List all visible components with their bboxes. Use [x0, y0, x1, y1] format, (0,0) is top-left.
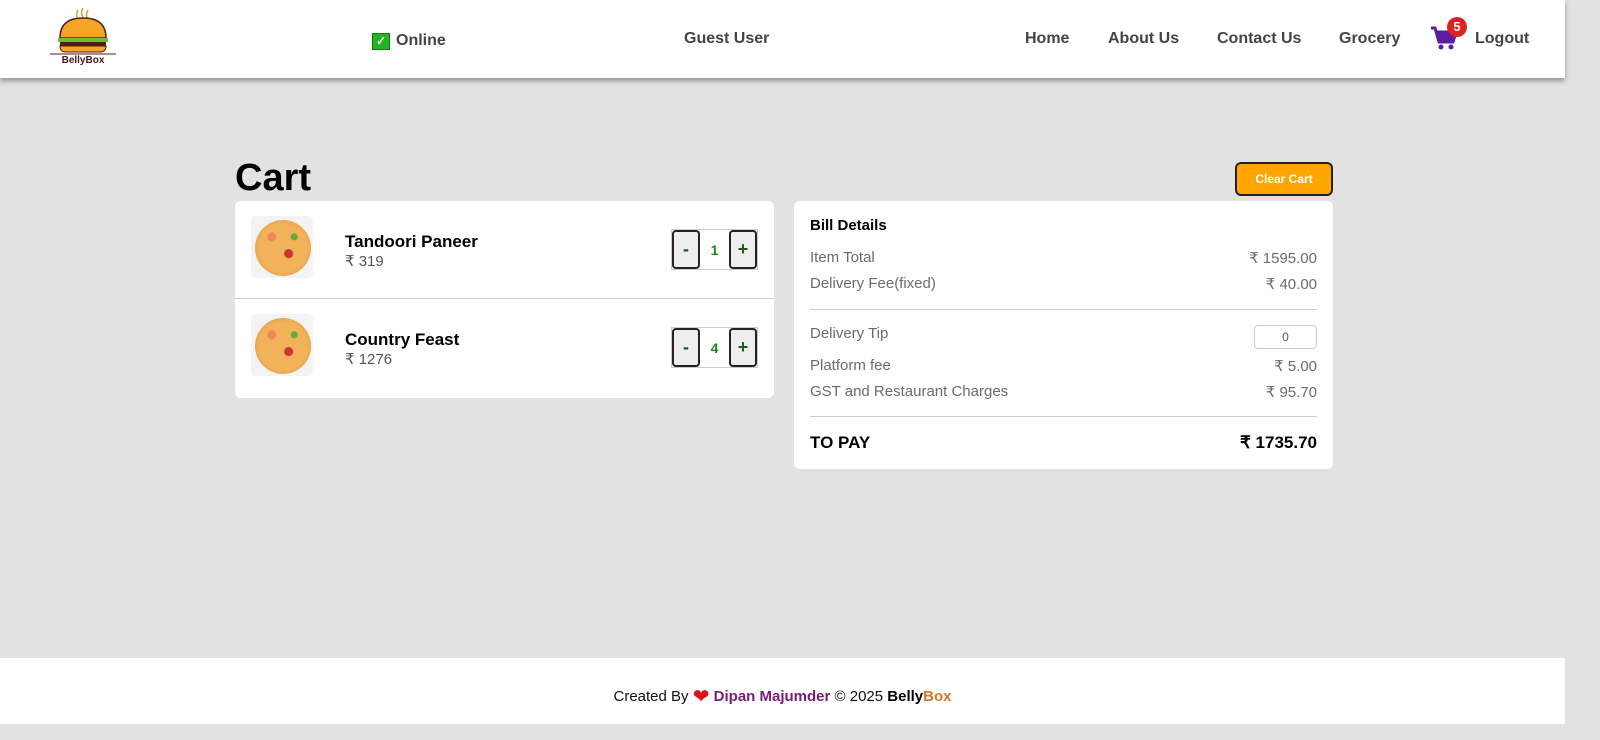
bill-details: Bill Details Item Total ₹ 1595.00 Deliver…	[794, 201, 1333, 469]
decrease-button[interactable]: -	[672, 328, 700, 367]
bill-title: Bill Details	[810, 217, 887, 234]
footer: Created By ❤ Dipan Majumder © 2025 Belly…	[0, 658, 1565, 724]
divider	[810, 309, 1317, 310]
item-image	[251, 216, 313, 278]
label: Delivery Fee(fixed)	[810, 275, 936, 292]
nav-home[interactable]: Home	[1025, 30, 1069, 48]
online-status: ✓ Online	[372, 32, 446, 50]
increase-button[interactable]: +	[728, 328, 757, 367]
header: BellyBox ✓ Online Guest User Home About U…	[0, 0, 1565, 78]
to-pay-row: TO PAY ₹ 1735.70	[810, 433, 1317, 453]
nav-grocery[interactable]: Grocery	[1339, 30, 1400, 48]
item-name: Tandoori Paneer	[345, 232, 478, 251]
value: ₹ 5.00	[1274, 358, 1317, 375]
author-name: Dipan Majumder	[713, 688, 831, 705]
copyright: © 2025	[834, 688, 884, 705]
item-price: ₹ 1276	[345, 351, 393, 368]
nav-contact-us[interactable]: Contact Us	[1217, 30, 1301, 48]
label: Platform fee	[810, 357, 891, 374]
item-name: Country Feast	[345, 330, 460, 349]
quantity-stepper: - 1 +	[671, 229, 758, 270]
value: ₹ 40.00	[1265, 276, 1317, 293]
burger-icon	[50, 7, 116, 55]
label: Item Total	[810, 249, 875, 266]
quantity-value: 1	[710, 241, 719, 258]
cart-item: Country Feast ₹ 1276 - 4 +	[235, 299, 774, 397]
logo[interactable]: BellyBox	[48, 7, 118, 70]
item-price: ₹ 319	[345, 253, 384, 270]
quantity-value: 4	[710, 339, 719, 356]
gst-row: GST and Restaurant Charges ₹ 95.70	[810, 383, 1317, 401]
brand-part-2: Box	[923, 688, 952, 705]
clear-cart-button[interactable]: Clear Cart	[1235, 162, 1333, 196]
cart-count-badge: 5	[1447, 17, 1467, 37]
divider	[810, 416, 1317, 417]
decrease-button[interactable]: -	[672, 230, 700, 269]
item-image	[251, 314, 313, 376]
value: ₹ 1735.70	[1240, 433, 1317, 452]
label: Delivery Tip	[810, 325, 889, 342]
cart-items: Tandoori Paneer ₹ 319 - 1 + Country Feas…	[235, 201, 774, 398]
platform-fee-row: Platform fee ₹ 5.00	[810, 357, 1317, 375]
logout-link[interactable]: Logout	[1475, 30, 1529, 48]
user-name: Guest User	[684, 30, 770, 47]
created-by: Created By	[613, 688, 689, 705]
value: ₹ 95.70	[1265, 384, 1317, 401]
label: GST and Restaurant Charges	[810, 383, 1009, 400]
page-title: Cart	[235, 157, 312, 199]
heart-icon: ❤	[692, 686, 710, 708]
label: TO PAY	[810, 433, 871, 452]
logo-text: BellyBox	[61, 55, 105, 66]
delivery-tip-input[interactable]	[1254, 325, 1317, 349]
delivery-tip-row: Delivery Tip	[810, 325, 1317, 349]
value: ₹ 1595.00	[1249, 250, 1317, 267]
increase-button[interactable]: +	[728, 230, 757, 269]
nav-about-us[interactable]: About Us	[1108, 30, 1179, 48]
brand-part-1: Belly	[887, 688, 924, 705]
check-icon: ✓	[372, 32, 390, 50]
quantity-stepper: - 4 +	[671, 327, 758, 368]
status-label: Online	[396, 32, 446, 49]
item-total-row: Item Total ₹ 1595.00	[810, 249, 1317, 267]
cart-item: Tandoori Paneer ₹ 319 - 1 +	[235, 201, 774, 299]
delivery-fee-row: Delivery Fee(fixed) ₹ 40.00	[810, 275, 1317, 293]
